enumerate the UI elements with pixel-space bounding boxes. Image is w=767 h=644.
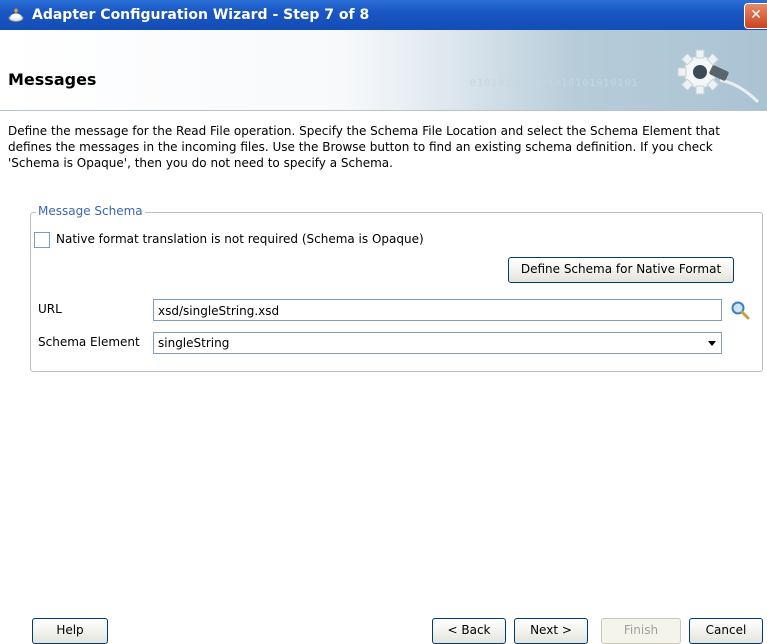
url-label: URL — [38, 302, 62, 316]
next-button[interactable]: Next > — [514, 618, 588, 644]
close-button[interactable]: ✕ — [744, 3, 767, 29]
schema-element-label: Schema Element — [38, 335, 140, 349]
schema-element-value: singleString — [158, 336, 230, 350]
define-schema-button[interactable]: Define Schema for Native Format — [508, 257, 734, 283]
opaque-checkbox-label[interactable]: Native format translation is not require… — [56, 232, 424, 246]
opaque-checkbox[interactable] — [34, 232, 50, 248]
search-icon[interactable] — [730, 300, 750, 320]
finish-button[interactable]: Finish — [601, 618, 681, 644]
back-button[interactable]: < Back — [432, 618, 506, 644]
schema-element-select[interactable]: singleString — [153, 332, 722, 354]
cancel-button[interactable]: Cancel — [689, 618, 763, 644]
url-input[interactable]: xsd/singleString.xsd — [153, 299, 722, 321]
title-bar: Adapter Configuration Wizard - Step 7 of… — [0, 0, 767, 30]
page-title: Messages — [8, 70, 97, 89]
group-legend: Message Schema — [36, 204, 145, 218]
close-icon: ✕ — [750, 7, 762, 23]
wizard-banner: Messages 010101010101010101010101 — [0, 30, 767, 111]
help-button[interactable]: Help — [32, 618, 108, 644]
adapter-icon — [8, 8, 24, 22]
gear-plug-icon — [677, 49, 760, 104]
window-title: Adapter Configuration Wizard - Step 7 of… — [32, 7, 370, 23]
banner-binary-text: 010101010101010101010101 — [470, 78, 639, 89]
step-description: Define the message for the Read File ope… — [8, 124, 720, 170]
chevron-down-icon[interactable] — [708, 341, 716, 346]
